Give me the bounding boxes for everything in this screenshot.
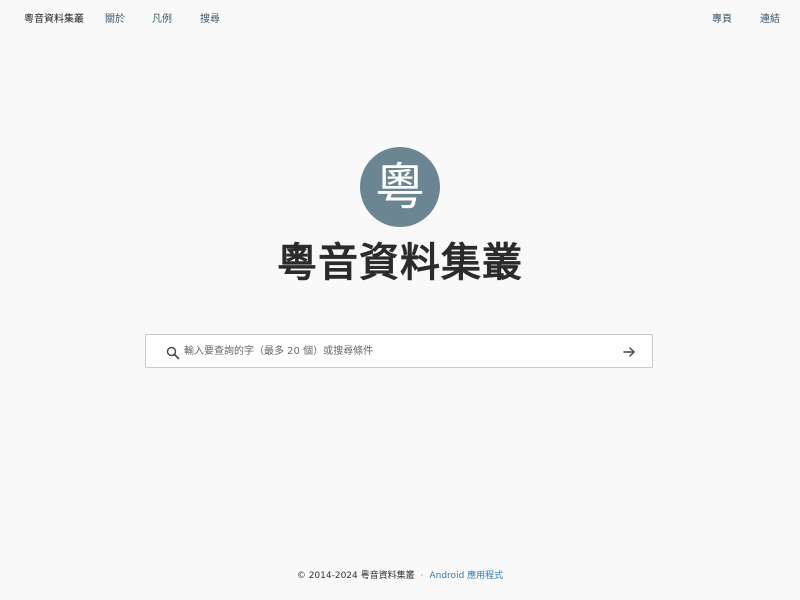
search-icon [166,345,180,360]
top-navigation: 粵音資料集叢 關於 凡例 搜尋 專頁 連結 [0,0,800,40]
nav-item-homepage[interactable]: 專頁 [712,13,732,27]
footer-copyright: © 2014-2024 粵音資料集叢 [296,571,415,581]
search-form [145,334,653,368]
site-title: 粵音資料集叢 [277,239,523,286]
arrow-right-icon [623,347,635,357]
nav-item-about[interactable]: 關於 [105,13,125,27]
footer-separator: · [420,571,424,581]
site-logo: 粵 [360,147,440,227]
nav-brand-link[interactable]: 粵音資料集叢 [24,13,84,27]
nav-item-search[interactable]: 搜尋 [200,13,220,27]
nav-item-conventions[interactable]: 凡例 [152,13,172,27]
search-input[interactable] [184,335,604,367]
page: 粵音資料集叢 關於 凡例 搜尋 專頁 連結 粵 粵音資料集叢 © 2014-20… [0,0,800,600]
search-submit-button[interactable] [620,343,638,361]
footer: © 2014-2024 粵音資料集叢 · Android 應用程式 [0,569,800,583]
android-app-link[interactable]: Android 應用程式 [429,571,503,581]
nav-item-links[interactable]: 連結 [760,13,780,27]
logo-character: 粵 [375,158,425,216]
